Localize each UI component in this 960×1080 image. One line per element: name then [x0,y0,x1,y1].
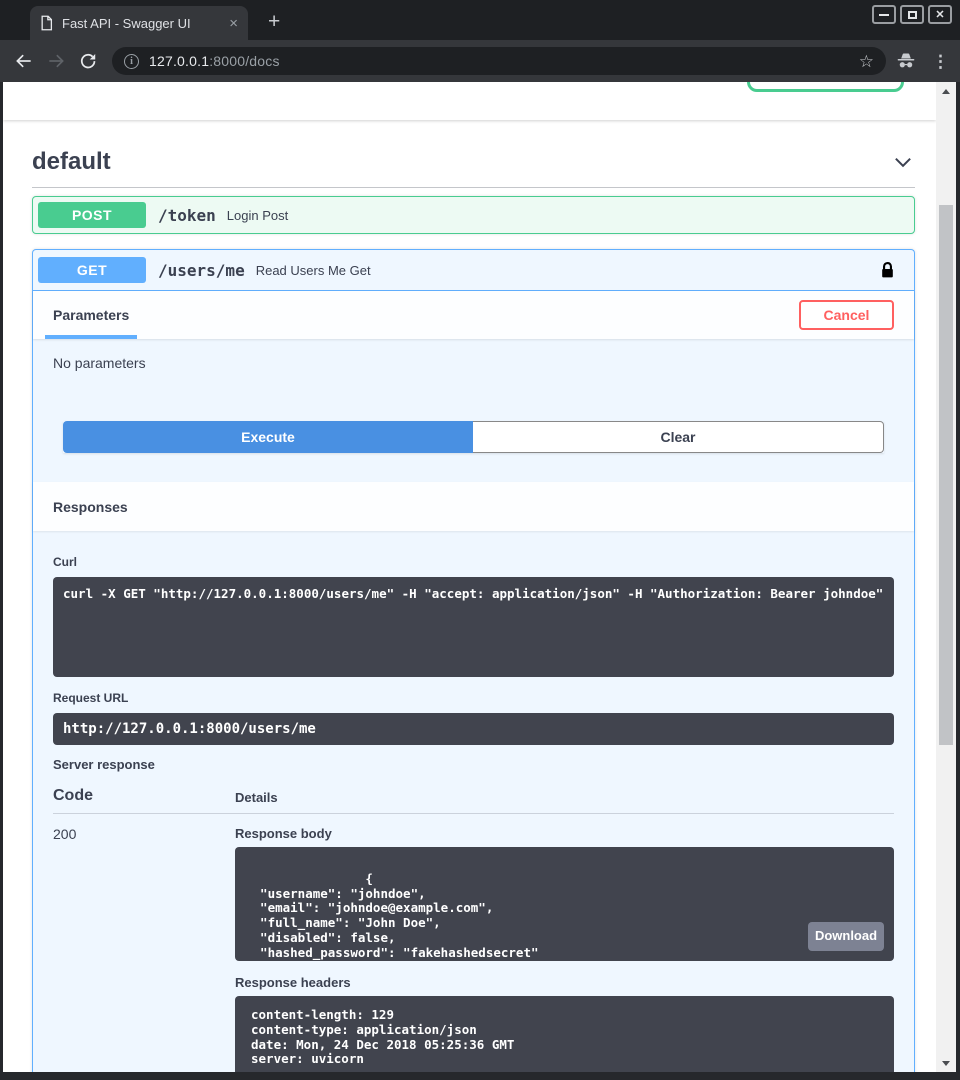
request-url-label: Request URL [53,691,894,705]
forward-icon [46,51,66,71]
browser-menu-icon[interactable]: ⋮ [932,53,948,70]
curl-command: curl -X GET "http://127.0.0.1:8000/users… [53,577,894,677]
auth-lock-icon[interactable] [880,261,895,280]
responses-body: Curl curl -X GET "http://127.0.0.1:8000/… [33,531,914,1072]
response-body-label: Response body [235,826,894,841]
browser-titlebar: Fast API - Swagger UI × + ✕ [0,0,960,40]
maximize-button[interactable] [900,5,924,24]
tab-close-icon[interactable]: × [229,16,238,31]
get-summary-text: Read Users Me Get [256,263,371,278]
address-bar[interactable]: i 127.0.0.1:8000/docs ☆ [112,47,886,75]
minimize-icon [879,14,889,16]
opblock-get-users-me: GET /users/me Read Users Me Get Paramete… [32,249,915,1072]
details-column-header: Details [235,790,278,805]
parameters-header: Parameters Cancel [33,291,914,339]
back-button[interactable] [12,49,36,73]
swagger-page: default POST /token Login Post GET /user… [3,82,936,1072]
get-path: /users/me [158,261,245,280]
post-token-summary[interactable]: POST /token Login Post [33,197,914,233]
responses-title: Responses [53,499,128,515]
response-body-block: { "username": "johndoe", "email": "johnd… [235,847,894,961]
response-headers-block: content-length: 129 content-type: applic… [235,996,894,1072]
tab-parameters[interactable]: Parameters [45,291,137,339]
chevron-down-icon[interactable] [891,151,915,173]
response-table-header: Code Details [53,772,894,814]
responses-header: Responses [33,482,914,531]
bookmark-star-icon[interactable]: ☆ [859,53,874,70]
url-path: :8000/docs [209,53,280,69]
document-icon [40,15,53,31]
post-path: /token [158,206,216,225]
incognito-icon [894,49,918,73]
cancel-button[interactable]: Cancel [799,300,894,330]
back-icon [14,51,34,71]
execute-button[interactable]: Execute [63,421,473,453]
get-method-badge: GET [38,257,146,283]
minimize-button[interactable] [872,5,896,24]
download-button[interactable]: Download [808,922,884,951]
authorize-button[interactable] [747,82,904,92]
url-host: 127.0.0.1 [149,53,209,69]
default-section-header[interactable]: default [32,146,915,188]
browser-tab[interactable]: Fast API - Swagger UI × [30,6,248,40]
status-code: 200 [53,826,235,1072]
no-parameters-text: No parameters [53,355,894,371]
info-icon[interactable]: i [124,54,139,69]
parameters-body: No parameters Execute Clear [33,339,914,482]
reload-icon [79,52,98,71]
server-response-label: Server response [53,757,894,772]
scrollbar-up-arrow[interactable] [936,84,956,98]
opblock-post-token: POST /token Login Post [32,196,915,234]
curl-label: Curl [53,555,894,569]
new-tab-button[interactable]: + [268,11,280,32]
parameters-tab-label: Parameters [53,307,129,323]
close-button[interactable]: ✕ [928,5,952,24]
post-summary-text: Login Post [227,208,288,223]
scrollbar-thumb[interactable] [939,205,953,745]
close-icon: ✕ [935,8,944,21]
forward-button[interactable] [44,49,68,73]
clear-button[interactable]: Clear [473,421,884,453]
scrollbar-down-arrow[interactable] [936,1056,956,1070]
code-column-header: Code [53,787,235,805]
response-body-json: { "username": "johndoe", "email": "johnd… [245,871,539,961]
response-row-200: 200 Response body { "username": "johndoe… [53,814,894,1072]
reload-button[interactable] [76,49,100,73]
response-headers-label: Response headers [235,975,894,990]
post-method-badge: POST [38,202,146,228]
page-scrollbar[interactable] [936,82,956,1072]
tab-title: Fast API - Swagger UI [62,16,220,31]
get-users-me-summary[interactable]: GET /users/me Read Users Me Get [33,250,914,291]
request-url-value: http://127.0.0.1:8000/users/me [53,713,894,745]
section-title: default [32,146,111,178]
scheme-container [3,82,936,120]
maximize-icon [908,11,917,19]
browser-toolbar: i 127.0.0.1:8000/docs ☆ ⋮ [0,40,960,82]
